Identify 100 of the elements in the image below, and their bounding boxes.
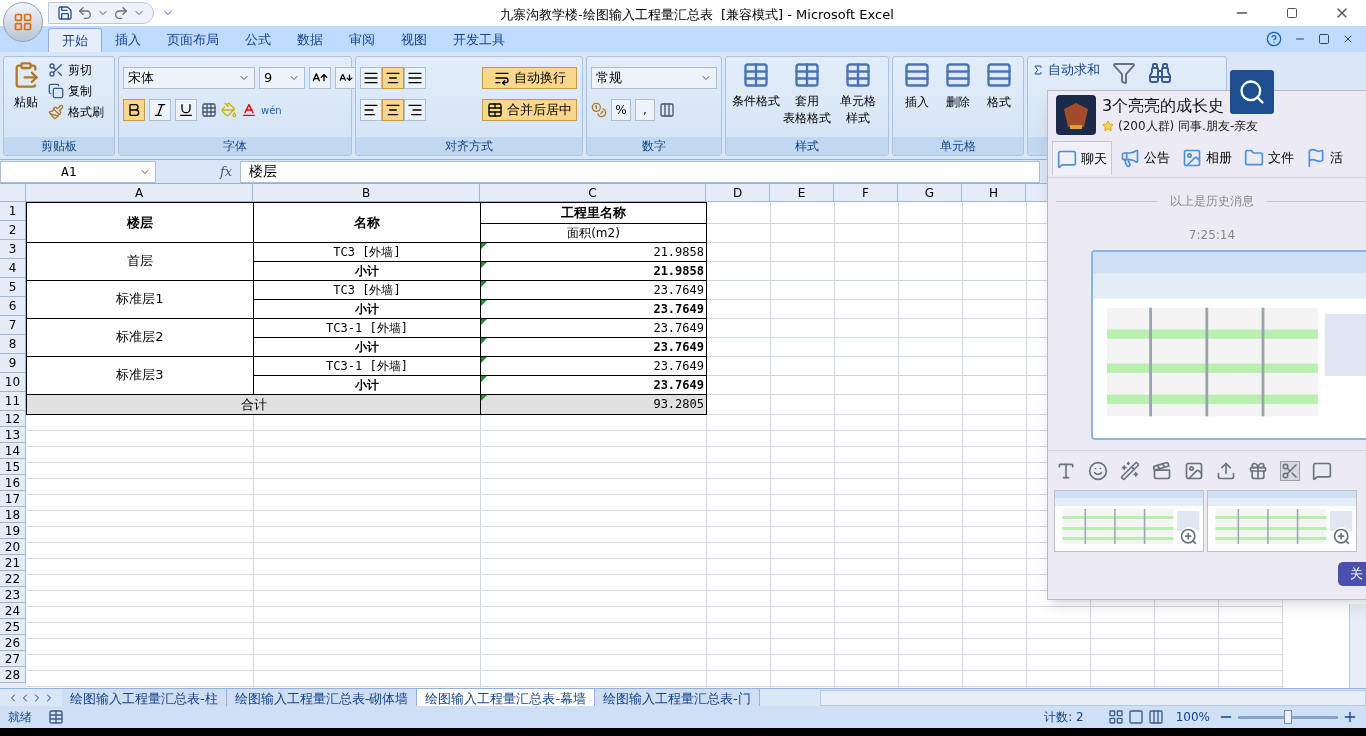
horizontal-scrollbar[interactable] [820,689,1366,706]
column-header[interactable]: G [898,184,962,201]
style-button[interactable]: 条件格式 [730,61,782,137]
column-header[interactable]: H [962,184,1026,201]
row-header[interactable]: 5 [0,278,26,297]
underline-button[interactable] [175,99,197,121]
ribbon-tab[interactable]: 审阅 [336,28,388,52]
sheet-tab[interactable]: 绘图输入工程量汇总表-柱 [62,688,227,707]
row-header[interactable]: 17 [0,491,26,507]
magic-wand-icon[interactable] [1120,460,1140,481]
row-header[interactable]: 25 [0,619,26,635]
emoji-icon[interactable] [1088,460,1108,481]
close-button[interactable]: 关 [1338,562,1366,586]
zoom-thumb[interactable] [1284,710,1292,724]
borders-icon[interactable] [201,102,217,118]
column-header[interactable]: B [253,184,480,201]
paste-button[interactable]: 粘贴 [12,61,40,111]
message-settings-icon[interactable] [1312,460,1332,481]
search-button[interactable] [1230,70,1274,114]
horizontal-align-button[interactable] [382,99,404,121]
row-header[interactable]: 10 [0,373,26,392]
ribbon-tab[interactable]: 开发工具 [440,28,518,52]
row-header[interactable]: 19 [0,523,26,539]
function-button[interactable]: fx [220,161,233,182]
comma-button[interactable]: , [635,99,655,121]
restore-icon[interactable] [1286,7,1298,19]
row-header[interactable]: 7 [0,316,26,335]
ribbon-tab[interactable]: 公式 [232,28,284,52]
gift-icon[interactable] [1248,460,1268,481]
upload-icon[interactable] [1216,460,1236,481]
save-icon[interactable] [57,5,73,21]
number-format-field[interactable]: 常规 [591,67,717,89]
row-header[interactable]: 14 [0,443,26,459]
row-header[interactable]: 26 [0,635,26,651]
ribbon-tab[interactable]: 视图 [388,28,440,52]
normal-view-icon[interactable] [1107,709,1124,725]
zoom-slider[interactable] [1238,709,1338,725]
chat-tab[interactable]: 聊天 [1052,141,1112,175]
column-header[interactable]: C [480,184,706,201]
style-button[interactable]: 套用 表格格式 [781,61,833,137]
font-name-field[interactable]: 宋体 [123,67,255,89]
row-header[interactable]: 20 [0,539,26,555]
row-header[interactable]: 3 [0,240,26,259]
page-layout-icon[interactable] [1127,709,1144,725]
chat-tab[interactable]: 相册 [1178,141,1236,175]
wrap-text-button[interactable]: 自动换行 [482,67,577,89]
cut-button[interactable]: 剪切 [48,61,104,79]
percent-button[interactable]: % [611,99,631,121]
horizontal-align-button[interactable] [404,99,426,121]
row-header[interactable]: 9 [0,354,26,373]
vertical-align-button[interactable] [382,67,404,89]
ribbon-tab[interactable]: 页面布局 [154,28,232,52]
row-header[interactable]: 8 [0,335,26,354]
close-icon[interactable] [1342,33,1354,45]
zoom-in-icon[interactable] [1342,709,1358,725]
chat-tab[interactable]: 公告 [1116,141,1174,175]
format-painter-button[interactable]: 格式刷 [48,103,104,121]
row-header[interactable]: 6 [0,297,26,316]
style-button[interactable]: 单元格 样式 [832,61,884,137]
row-header[interactable]: 1 [0,202,26,221]
row-header[interactable]: 16 [0,475,26,491]
row-header[interactable]: 21 [0,555,26,571]
row-header[interactable]: 18 [0,507,26,523]
row-header[interactable]: 13 [0,427,26,443]
font-size-field[interactable]: 9 [259,67,305,89]
column-header[interactable]: F [834,184,898,201]
ribbon-tab[interactable]: 插入 [102,28,154,52]
column-header[interactable]: A [26,184,253,201]
autosum-button[interactable]: 自动求和 [1032,61,1100,79]
name-box[interactable]: A1 [0,160,156,183]
ribbon-tab[interactable]: 数据 [284,28,336,52]
chat-tab[interactable]: 活 [1302,141,1347,175]
column-header[interactable]: E [770,184,834,201]
cell-button[interactable]: 插入 [897,61,938,137]
vertical-align-button[interactable] [360,67,382,89]
bold-button[interactable] [123,99,145,121]
shrink-font-icon[interactable] [335,67,357,89]
find-icon[interactable] [1148,61,1172,85]
merge-center-button[interactable]: 合并后居中 [482,99,577,121]
row-header[interactable]: 27 [0,651,26,667]
sort-filter-icon[interactable] [1112,61,1136,85]
cell-button[interactable]: 格式 [978,61,1019,137]
row-header[interactable]: 23 [0,587,26,603]
sheet-tab[interactable]: 绘图输入工程量汇总表-门 [595,688,760,707]
scissors-icon[interactable] [1280,460,1300,481]
ribbon-tab[interactable]: 开始 [48,28,102,52]
row-header[interactable]: 4 [0,259,26,278]
font-color-icon[interactable] [241,102,257,118]
currency-icon[interactable] [591,102,607,118]
fill-color-icon[interactable] [221,102,237,118]
column-header[interactable]: D [706,184,770,201]
sheet-tab[interactable]: 绘图输入工程量汇总表-砌体墙 [226,688,418,707]
copy-button[interactable]: 复制 [48,82,104,100]
grow-font-icon[interactable] [309,67,331,89]
help-icon[interactable] [1266,31,1282,47]
sheet-tab[interactable]: 绘图输入工程量汇总表-幕墙 [417,688,596,707]
restore-icon[interactable] [1318,33,1330,45]
vertical-align-button[interactable] [404,67,426,89]
redo-icon[interactable] [113,5,129,21]
row-header[interactable]: 2 [0,221,26,240]
